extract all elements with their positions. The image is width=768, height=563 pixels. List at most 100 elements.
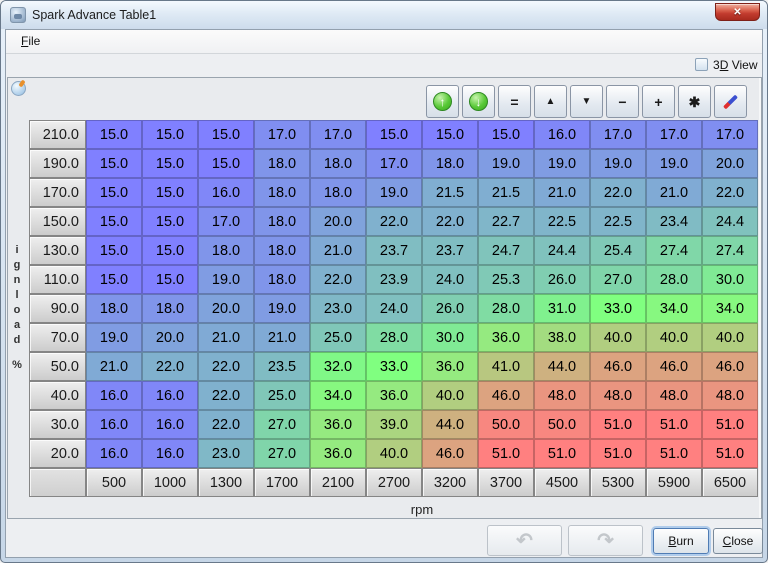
table-cell[interactable]: 48.0 xyxy=(534,381,590,410)
table-cell[interactable]: 23.9 xyxy=(366,265,422,294)
column-header[interactable]: 2700 xyxy=(366,468,422,497)
table-cell[interactable]: 19.0 xyxy=(198,265,254,294)
table-cell[interactable]: 16.0 xyxy=(86,381,142,410)
column-header[interactable]: 5900 xyxy=(646,468,702,497)
table-cell[interactable]: 23.7 xyxy=(422,236,478,265)
table-cell[interactable]: 18.0 xyxy=(254,236,310,265)
table-cell[interactable]: 17.0 xyxy=(254,120,310,149)
table-cell[interactable]: 20.0 xyxy=(310,207,366,236)
table-cell[interactable]: 15.0 xyxy=(142,178,198,207)
table-cell[interactable]: 15.0 xyxy=(366,120,422,149)
row-header[interactable]: 90.0 xyxy=(29,294,86,323)
edit-button[interactable] xyxy=(714,85,747,118)
table-cell[interactable]: 23.0 xyxy=(310,294,366,323)
menu-file[interactable]: File xyxy=(15,33,46,49)
table-cell[interactable]: 19.0 xyxy=(366,178,422,207)
table-cell[interactable]: 30.0 xyxy=(702,265,758,294)
table-cell[interactable]: 22.0 xyxy=(142,352,198,381)
table-cell[interactable]: 51.0 xyxy=(590,439,646,468)
table-cell[interactable]: 21.0 xyxy=(254,323,310,352)
table-cell[interactable]: 16.0 xyxy=(142,381,198,410)
table-cell[interactable]: 51.0 xyxy=(534,439,590,468)
table-cell[interactable]: 36.0 xyxy=(366,381,422,410)
table-cell[interactable]: 33.0 xyxy=(366,352,422,381)
table-cell[interactable]: 17.0 xyxy=(702,120,758,149)
undo-button[interactable]: ↶ xyxy=(487,525,562,556)
table-cell[interactable]: 19.0 xyxy=(534,149,590,178)
table-cell[interactable]: 34.0 xyxy=(646,294,702,323)
table-cell[interactable]: 22.7 xyxy=(478,207,534,236)
table-cell[interactable]: 51.0 xyxy=(702,439,758,468)
table-cell[interactable]: 18.0 xyxy=(198,236,254,265)
column-header[interactable]: 1300 xyxy=(198,468,254,497)
redo-button[interactable]: ↷ xyxy=(568,525,643,556)
column-header[interactable]: 6500 xyxy=(702,468,758,497)
table-cell[interactable]: 15.0 xyxy=(86,178,142,207)
pin-icon[interactable] xyxy=(11,81,26,96)
table-cell[interactable]: 18.0 xyxy=(310,149,366,178)
title-bar[interactable]: Spark Advance Table1 ✕ xyxy=(1,1,767,29)
table-cell[interactable]: 30.0 xyxy=(422,323,478,352)
table-cell[interactable]: 40.0 xyxy=(702,323,758,352)
table-cell[interactable]: 46.0 xyxy=(702,352,758,381)
table-cell[interactable]: 50.0 xyxy=(534,410,590,439)
table-cell[interactable]: 46.0 xyxy=(590,352,646,381)
row-header[interactable]: 20.0 xyxy=(29,439,86,468)
table-cell[interactable]: 41.0 xyxy=(478,352,534,381)
table-cell[interactable]: 48.0 xyxy=(590,381,646,410)
row-header[interactable]: 210.0 xyxy=(29,120,86,149)
table-cell[interactable]: 27.0 xyxy=(254,439,310,468)
table-cell[interactable]: 40.0 xyxy=(590,323,646,352)
table-cell[interactable]: 36.0 xyxy=(478,323,534,352)
row-header[interactable]: 50.0 xyxy=(29,352,86,381)
table-cell[interactable]: 28.0 xyxy=(366,323,422,352)
table-cell[interactable]: 40.0 xyxy=(646,323,702,352)
table-cell[interactable]: 22.5 xyxy=(590,207,646,236)
table-cell[interactable]: 17.0 xyxy=(590,120,646,149)
table-cell[interactable]: 44.0 xyxy=(534,352,590,381)
table-cell[interactable]: 15.0 xyxy=(86,149,142,178)
table-cell[interactable]: 15.0 xyxy=(86,207,142,236)
table-cell[interactable]: 22.0 xyxy=(702,178,758,207)
table-cell[interactable]: 22.0 xyxy=(198,381,254,410)
table-cell[interactable]: 22.0 xyxy=(198,352,254,381)
table-cell[interactable]: 38.0 xyxy=(534,323,590,352)
table-cell[interactable]: 33.0 xyxy=(590,294,646,323)
table-cell[interactable]: 21.0 xyxy=(646,178,702,207)
table-cell[interactable]: 24.4 xyxy=(534,236,590,265)
table-cell[interactable]: 39.0 xyxy=(366,410,422,439)
table-cell[interactable]: 44.0 xyxy=(422,410,478,439)
table-cell[interactable]: 15.0 xyxy=(198,120,254,149)
table-cell[interactable]: 18.0 xyxy=(254,178,310,207)
table-cell[interactable]: 18.0 xyxy=(86,294,142,323)
table-cell[interactable]: 15.0 xyxy=(142,265,198,294)
table-cell[interactable]: 23.4 xyxy=(646,207,702,236)
table-cell[interactable]: 22.0 xyxy=(422,207,478,236)
row-header[interactable]: 110.0 xyxy=(29,265,86,294)
column-header[interactable]: 1000 xyxy=(142,468,198,497)
row-header[interactable]: 130.0 xyxy=(29,236,86,265)
table-cell[interactable]: 36.0 xyxy=(422,352,478,381)
table-cell[interactable]: 26.0 xyxy=(422,294,478,323)
column-header[interactable]: 2100 xyxy=(310,468,366,497)
table-cell[interactable]: 46.0 xyxy=(478,381,534,410)
table-cell[interactable]: 46.0 xyxy=(646,352,702,381)
shift-down-button[interactable]: ↓ xyxy=(462,85,495,118)
table-cell[interactable]: 17.0 xyxy=(198,207,254,236)
row-header[interactable]: 190.0 xyxy=(29,149,86,178)
table-cell[interactable]: 23.7 xyxy=(366,236,422,265)
row-header[interactable]: 30.0 xyxy=(29,410,86,439)
table-cell[interactable]: 27.4 xyxy=(646,236,702,265)
row-header[interactable]: 70.0 xyxy=(29,323,86,352)
table-cell[interactable]: 16.0 xyxy=(142,410,198,439)
table-cell[interactable]: 22.5 xyxy=(534,207,590,236)
column-header[interactable]: 3700 xyxy=(478,468,534,497)
table-cell[interactable]: 16.0 xyxy=(86,410,142,439)
table-cell[interactable]: 18.0 xyxy=(254,207,310,236)
table-cell[interactable]: 21.0 xyxy=(310,236,366,265)
table-cell[interactable]: 18.0 xyxy=(142,294,198,323)
table-cell[interactable]: 31.0 xyxy=(534,294,590,323)
table-cell[interactable]: 15.0 xyxy=(86,120,142,149)
table-cell[interactable]: 19.0 xyxy=(254,294,310,323)
table-cell[interactable]: 15.0 xyxy=(142,236,198,265)
